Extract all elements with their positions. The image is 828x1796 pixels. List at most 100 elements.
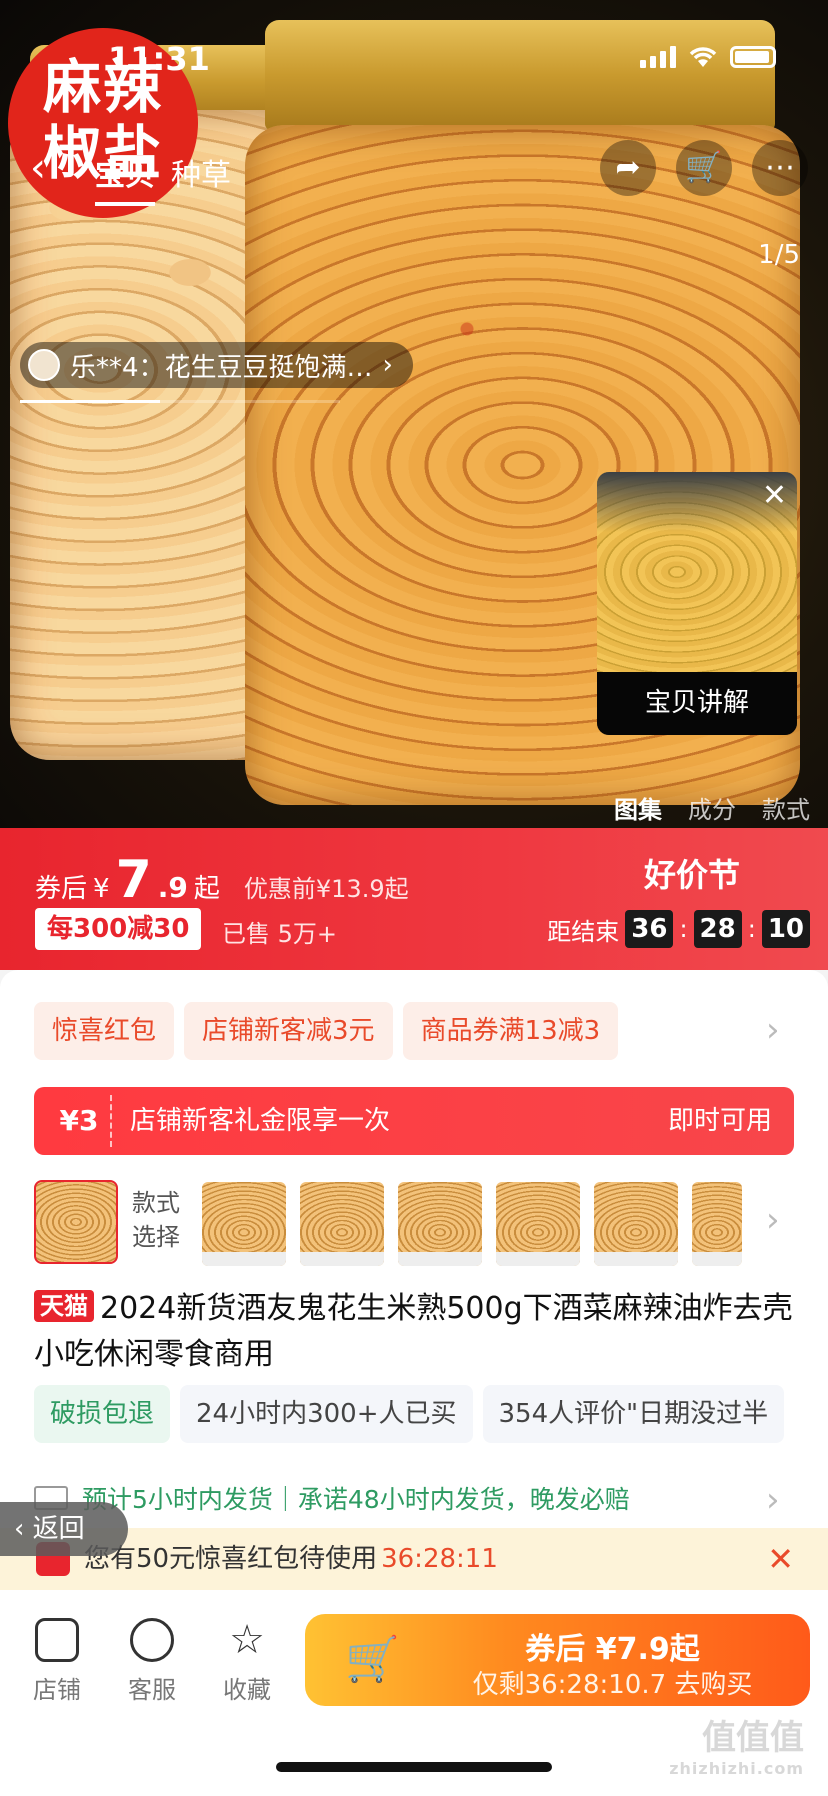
product-info: 惊喜红包 店铺新客减3元 商品券满13减3 › ¥3 店铺新客礼金限享一次 即时…	[0, 970, 828, 1590]
review-text: 乐**4：花生豆豆挺饱满…	[70, 352, 373, 383]
countdown-hours: 36	[625, 910, 674, 948]
tag-review-count[interactable]: 354人评价"日期没过半	[482, 1385, 785, 1443]
tab-recommend[interactable]: 种草	[171, 150, 231, 206]
product-title: 天猫 2024新货酒友鬼花生米熟500g下酒菜麻辣油炸去壳小吃休闲零食商用	[34, 1286, 794, 1378]
status-icons	[640, 46, 776, 68]
close-icon[interactable]: ✕	[767, 1540, 794, 1578]
product-image-carousel[interactable]: 麻辣 椒盐 11:31 ‹ 宝贝 种草 ➦ 🛒 ⋯ 1/5 乐**4：花生豆豆挺…	[0, 0, 828, 828]
countdown-seconds: 10	[761, 910, 810, 948]
coupon-surprise[interactable]: 惊喜红包	[34, 1002, 175, 1060]
video-explain-card[interactable]: ✕ 宝贝讲解	[597, 472, 797, 735]
product-title-text: 2024新货酒友鬼花生米熟500g下酒菜麻辣油炸去壳小吃休闲零食商用	[34, 1291, 793, 1372]
battery-icon	[730, 46, 776, 68]
jar-lid-right	[265, 20, 775, 130]
chevron-right-icon[interactable]: ›	[766, 1010, 780, 1050]
image-page-counter: 1/5	[758, 240, 800, 270]
variant-selector[interactable]: 款式 选择 ›	[34, 1180, 814, 1270]
reviewer-avatar	[28, 349, 60, 381]
shop-icon	[35, 1618, 79, 1662]
variant-thumb[interactable]	[398, 1182, 482, 1266]
gift-amount: ¥3	[59, 1104, 99, 1137]
tab-styles[interactable]: 款式	[762, 790, 810, 825]
original-price: 优惠前¥13.9起	[243, 875, 409, 903]
top-bar: ‹ 宝贝 种草 ➦ 🛒 ⋯	[0, 140, 828, 206]
back-button[interactable]: ‹ 返回	[0, 1502, 128, 1556]
cart-icon[interactable]: 🛒	[676, 140, 732, 196]
buy-button[interactable]: 🛒 券后 ¥7.9起 仅剩36:28:10.7 去购买	[305, 1614, 810, 1706]
back-label: 返回	[32, 1514, 85, 1544]
variant-thumb[interactable]	[202, 1182, 286, 1266]
star-icon: ☆	[229, 1617, 265, 1663]
price-prefix: 券后	[35, 874, 88, 904]
tab-ingredients[interactable]: 成分	[688, 790, 736, 825]
buy-price: 券后 ¥7.9起	[525, 1632, 700, 1667]
tag-damage-refund[interactable]: 破损包退	[34, 1385, 171, 1443]
price-banner: 券后 ¥ 7 .9 起 优惠前¥13.9起 每300减30 已售 5万+ 好价节…	[0, 828, 828, 970]
tab-gallery[interactable]: 图集	[614, 790, 662, 825]
nav-shop[interactable]: 店铺	[22, 1618, 92, 1705]
variant-thumb[interactable]	[300, 1182, 384, 1266]
watermark-url: zhizhizhi.com	[669, 1759, 804, 1778]
nav-favorite[interactable]: ☆ 收藏	[212, 1618, 282, 1705]
review-ticker[interactable]: 乐**4：花生豆豆挺饱满… ›	[20, 342, 413, 388]
notice-text-wrap: 您有50元惊喜红包待使用 36:28:11	[84, 1528, 498, 1590]
countdown-label: 距结束	[547, 917, 620, 946]
watermark-logo: 值值值	[702, 1718, 804, 1758]
wifi-icon	[689, 47, 717, 67]
product-page: 麻辣 椒盐 11:31 ‹ 宝贝 种草 ➦ 🛒 ⋯ 1/5 乐**4：花生豆豆挺…	[0, 0, 828, 1796]
variant-label: 款式 选择	[132, 1189, 180, 1251]
nav-favorite-label: 收藏	[223, 1676, 271, 1704]
price-suffix: 起	[193, 874, 220, 904]
variant-selected-thumb[interactable]	[34, 1180, 118, 1264]
tmall-badge: 天猫	[34, 1290, 94, 1322]
coupon-product[interactable]: 商品券满13减3	[402, 1002, 619, 1060]
shipping-info[interactable]: 预计5小时内发货｜承诺48小时内发货，晚发必赔	[34, 1480, 630, 1516]
signal-icon	[640, 46, 676, 68]
variant-thumbs	[202, 1182, 742, 1266]
variant-thumb[interactable]	[692, 1182, 742, 1266]
gift-use-button[interactable]: 即时可用	[668, 1087, 772, 1155]
nav-shop-label: 店铺	[33, 1676, 81, 1704]
review-progress	[20, 400, 340, 403]
bottom-bar: 店铺 客服 ☆ 收藏 🛒 券后 ¥7.9起 仅剩36:28:10.7 去购买 值…	[0, 1590, 828, 1796]
variant-thumb[interactable]	[594, 1182, 678, 1266]
sold-count: 已售 5万+	[222, 920, 338, 948]
share-icon[interactable]: ➦	[600, 140, 656, 196]
service-icon	[130, 1618, 174, 1662]
tab-product[interactable]: 宝贝	[95, 150, 155, 206]
add-to-cart-icon[interactable]: 🛒	[345, 1632, 401, 1688]
nav-service-label: 客服	[128, 1676, 176, 1704]
gift-divider	[110, 1095, 112, 1147]
countdown-minutes: 28	[693, 910, 742, 948]
gift-bar[interactable]: ¥3 店铺新客礼金限享一次 即时可用	[34, 1087, 794, 1155]
chevron-right-icon[interactable]: ›	[766, 1480, 780, 1520]
gallery-tabs: 图集 成分 款式	[614, 790, 810, 825]
more-icon[interactable]: ⋯	[752, 140, 808, 196]
back-arrow-icon[interactable]: ‹	[30, 146, 78, 194]
gift-text: 店铺新客礼金限享一次	[130, 1106, 391, 1136]
close-icon[interactable]: ✕	[762, 478, 787, 513]
deal-tag: 每300减30	[35, 908, 202, 950]
notice-text: 您有50元惊喜红包待使用	[84, 1544, 378, 1574]
variant-thumb[interactable]	[496, 1182, 580, 1266]
buy-countdown: 仅剩36:28:10.7 去购买	[472, 1670, 753, 1700]
tag-bought-count[interactable]: 24小时内300+人已买	[180, 1385, 473, 1443]
notice-time: 36:28:11	[381, 1544, 498, 1574]
shipping-text: 预计5小时内发货｜承诺48小时内发货，晚发必赔	[82, 1485, 630, 1514]
countdown: 距结束 36: 28: 10	[547, 910, 810, 948]
status-time: 11:31	[108, 40, 210, 78]
coupon-row[interactable]: 惊喜红包 店铺新客减3元 商品券满13减3	[34, 1002, 619, 1060]
chevron-right-icon[interactable]: ›	[766, 1200, 780, 1240]
festival-label: 好价节	[643, 856, 740, 894]
coupon-new-customer[interactable]: 店铺新客减3元	[184, 1002, 393, 1060]
tag-row: 破损包退 24小时内300+人已买 354人评价"日期没过半	[34, 1385, 785, 1443]
price-currency: ¥	[93, 874, 110, 904]
home-indicator	[276, 1762, 552, 1772]
top-tabs: 宝贝 种草	[95, 150, 231, 206]
chevron-right-icon: ›	[382, 350, 393, 380]
price-decimal: .9	[157, 871, 188, 904]
watermark: 值值值 zhizhizhi.com	[669, 1710, 804, 1778]
price-line: 券后 ¥ 7 .9 起 优惠前¥13.9起	[35, 850, 409, 910]
nav-service[interactable]: 客服	[117, 1618, 187, 1705]
video-label: 宝贝讲解	[597, 672, 797, 735]
